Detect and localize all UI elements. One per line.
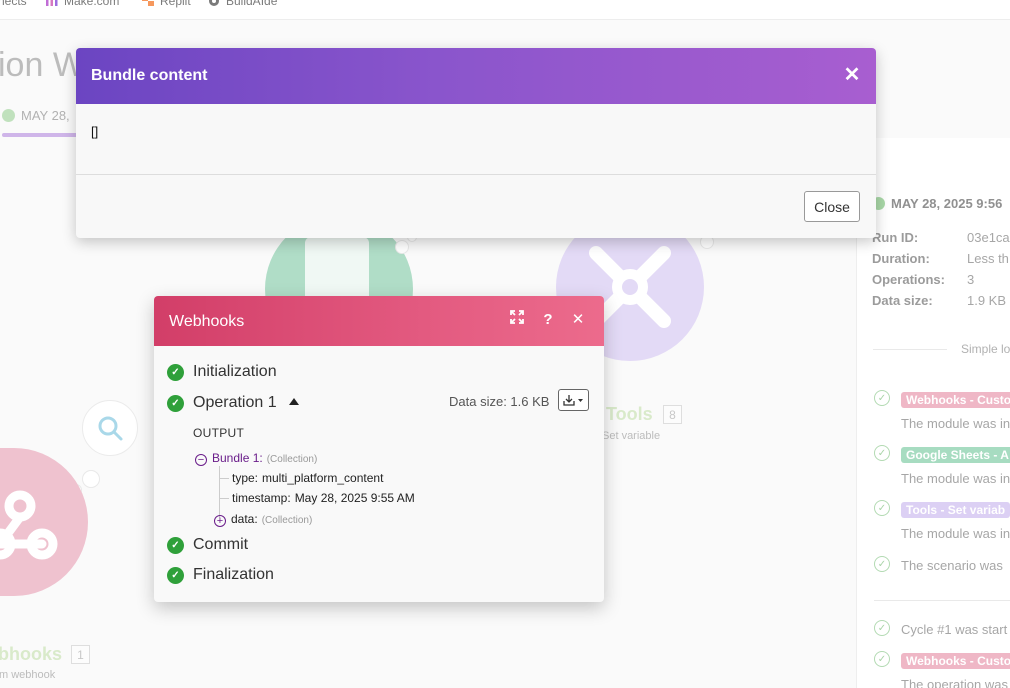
modal-divider: [76, 174, 876, 175]
step-label: Operation 1: [193, 394, 277, 411]
field-key: timestamp:: [232, 491, 291, 505]
step-operation-1[interactable]: ✓ Operation 1: [167, 394, 299, 412]
success-check-icon: ✓: [167, 536, 184, 554]
step-finalization[interactable]: ✓ Finalization: [167, 566, 274, 584]
collapse-caret-icon[interactable]: [288, 398, 299, 405]
bundle-label: Bundle 1:: [212, 451, 263, 465]
step-label: Commit: [193, 536, 249, 553]
tree-connector: [219, 498, 229, 499]
output-label: OUTPUT: [193, 426, 245, 440]
modal-header: Bundle content ✕: [76, 48, 876, 104]
expand-icon[interactable]: [507, 310, 527, 330]
inspector-header[interactable]: Webhooks ? ✕: [154, 296, 604, 346]
operation-data-size: Data size: 1.6 KB: [449, 394, 550, 409]
success-check-icon: ✓: [167, 566, 184, 584]
field-data[interactable]: + data: (Collection): [214, 512, 312, 527]
close-icon[interactable]: ✕: [568, 310, 588, 330]
download-bundle-button[interactable]: [558, 389, 589, 411]
close-icon[interactable]: ✕: [841, 64, 863, 86]
inspector-title: Webhooks: [169, 313, 245, 330]
close-button[interactable]: Close: [804, 191, 860, 222]
tree-connector: [219, 478, 229, 479]
download-icon: [562, 395, 583, 406]
collapse-toggle-icon[interactable]: −: [195, 454, 207, 466]
step-initialization[interactable]: ✓ Initialization: [167, 363, 277, 381]
help-icon[interactable]: ?: [538, 310, 558, 330]
expand-toggle-icon[interactable]: +: [214, 515, 226, 527]
field-value: multi_platform_content: [262, 471, 384, 485]
field-key: data:: [231, 512, 258, 526]
bundle-node[interactable]: − Bundle 1: (Collection): [195, 451, 317, 466]
modal-title: Bundle content: [91, 67, 208, 84]
bundle-content-modal: Bundle content ✕ [] Close: [76, 48, 876, 238]
step-label: Initialization: [193, 363, 277, 380]
field-type-tag: (Collection): [261, 515, 313, 526]
field-value: May 28, 2025 9:55 AM: [294, 491, 415, 505]
field-key: type:: [232, 471, 259, 485]
success-check-icon: ✓: [167, 363, 184, 381]
step-commit[interactable]: ✓ Commit: [167, 536, 248, 554]
success-check-icon: ✓: [167, 394, 184, 412]
field-timestamp[interactable]: timestamp: May 28, 2025 9:55 AM: [232, 491, 415, 505]
webhooks-inspector-panel: Webhooks ? ✕ ✓ Initialization ✓ Operatio…: [154, 296, 604, 602]
tree-connector: [219, 466, 220, 518]
bundle-content-text: []: [91, 124, 99, 139]
bundle-type-tag: (Collection): [266, 454, 318, 465]
step-label: Finalization: [193, 566, 274, 583]
field-type[interactable]: type: multi_platform_content: [232, 471, 383, 485]
